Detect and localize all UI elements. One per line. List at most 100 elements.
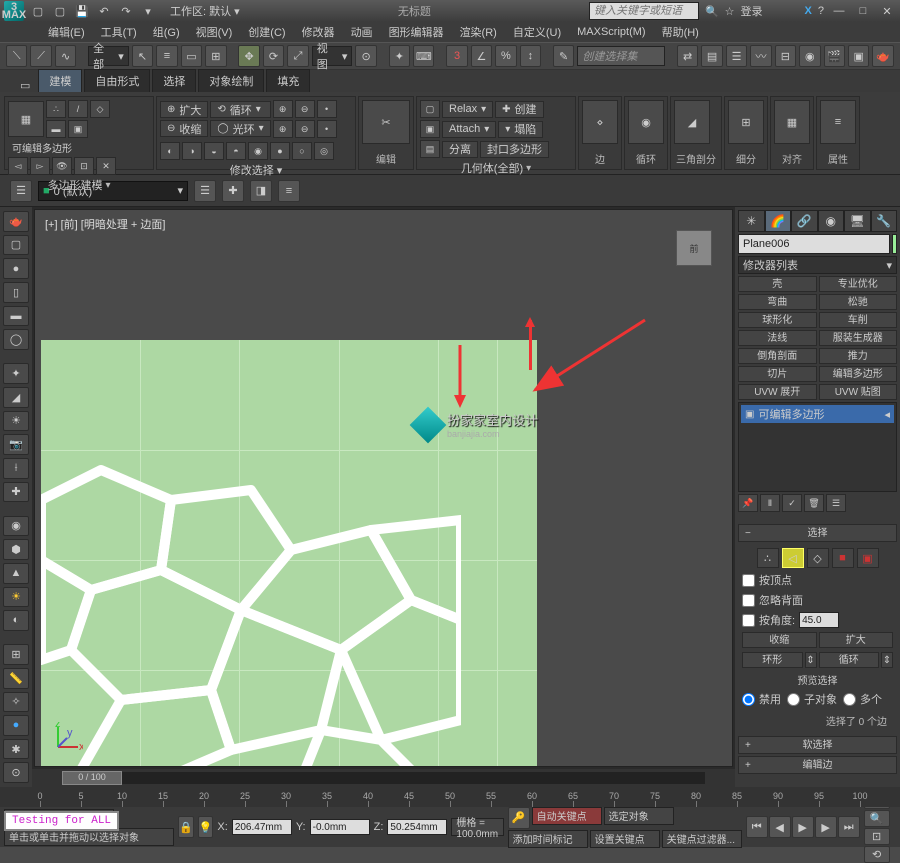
lt-light-spot-icon[interactable]: ◢ — [3, 387, 29, 408]
menu-animation[interactable]: 动画 — [343, 22, 381, 42]
lt-compass-icon[interactable]: ✧ — [3, 692, 29, 713]
maximize-button[interactable]: □ — [854, 3, 872, 19]
move-icon[interactable]: ✥ — [238, 45, 259, 67]
time-slider[interactable]: 0 / 100 — [62, 772, 705, 784]
mod-bend[interactable]: 弯曲 — [738, 294, 817, 310]
shrink-sel-button[interactable]: 收缩 — [742, 632, 817, 648]
menu-grapheditors[interactable]: 图形编辑器 — [381, 22, 452, 42]
attach-button[interactable]: Attach ▾ — [442, 121, 496, 138]
element-subobj-icon[interactable]: ▣ — [68, 120, 88, 138]
app-logo[interactable]: 3 MAX — [4, 1, 24, 21]
modsel-e-icon[interactable]: ◉ — [248, 142, 268, 160]
modsel-c-icon[interactable]: ◒ — [204, 142, 224, 160]
cp-tab-hierarchy-icon[interactable]: 🔗 — [791, 210, 818, 232]
lt-torus-icon[interactable]: ◯ — [3, 329, 29, 350]
mirror-icon[interactable]: ⇄ — [677, 45, 698, 67]
modifier-list-dropdown[interactable]: 修改器列表▾ — [738, 256, 897, 274]
keymode-icon[interactable]: ⌨ — [413, 45, 434, 67]
y-coord-input[interactable] — [310, 819, 370, 835]
cage-toggle-icon[interactable]: ⊡ — [74, 157, 94, 175]
viewcube[interactable]: 前 — [676, 230, 712, 266]
cp-tab-create-icon[interactable]: ✳ — [738, 210, 765, 232]
loop-sel-button[interactable]: 循环 — [819, 652, 880, 668]
edge-subobj-icon[interactable]: / — [68, 100, 88, 118]
loop-button[interactable]: ⟲ 循环 ▾ — [210, 101, 270, 118]
ring-sel-button[interactable]: 环形 — [742, 652, 803, 668]
minimize-button[interactable]: — — [830, 3, 848, 19]
rollout-editedge-header[interactable]: 编辑边 — [738, 756, 897, 774]
material-editor-icon[interactable]: ◉ — [799, 45, 820, 67]
tab-selection[interactable]: 选择 — [152, 69, 196, 92]
viewport-front[interactable]: [+] [前] [明暗处理 + 边面] 前 — [34, 209, 733, 767]
loop-spinner-icon[interactable]: ⇕ — [881, 652, 893, 668]
cp-tab-motion-icon[interactable]: ◉ — [818, 210, 845, 232]
rotate-icon[interactable]: ⟳ — [263, 45, 284, 67]
select-name-icon[interactable]: ≡ — [156, 45, 177, 67]
lt-cyl-icon[interactable]: ▯ — [3, 282, 29, 303]
lt-light-dir-icon[interactable]: ☀ — [3, 411, 29, 432]
stack-pin-icon[interactable]: 📌 — [738, 494, 758, 512]
vertex-subobj-icon[interactable]: ∴ — [46, 100, 66, 118]
menu-tools[interactable]: 工具(T) — [93, 22, 145, 42]
named-sel-edit-icon[interactable]: ✎ — [553, 45, 574, 67]
poly-subobj-icon[interactable]: ▬ — [46, 120, 66, 138]
preview-off-radio[interactable] — [742, 693, 755, 706]
setkey-button[interactable]: 设置关键点 — [590, 830, 660, 848]
lt-helper-icon[interactable]: ✚ — [3, 482, 29, 503]
modsel-f-icon[interactable]: ● — [270, 142, 290, 160]
scale-icon[interactable]: ⤢ — [287, 45, 308, 67]
qat-save-icon[interactable]: 💾 — [74, 3, 90, 19]
bind-spacewarp-icon[interactable]: ∿ — [55, 45, 76, 67]
stack-config-icon[interactable]: ☰ — [826, 494, 846, 512]
qat-undo-icon[interactable]: ↶ — [96, 3, 112, 19]
login-button[interactable]: 登录 — [741, 3, 763, 19]
menu-create[interactable]: 创建(C) — [240, 22, 293, 42]
layers-icon[interactable]: ☰ — [726, 45, 747, 67]
autokey-button[interactable]: 自动关键点 — [532, 807, 602, 825]
modsel-g-icon[interactable]: ○ — [292, 142, 312, 160]
spinner-snap-icon[interactable]: ↕ — [520, 45, 541, 67]
named-selection-dropdown[interactable]: 创建选择集 — [577, 46, 665, 66]
lt-box-icon[interactable]: ▢ — [3, 235, 29, 256]
rollout-selection-header[interactable]: 选择 — [738, 524, 897, 542]
add-time-tag[interactable]: 添加时间标记 — [508, 830, 588, 848]
manipulate-icon[interactable]: ✦ — [389, 45, 410, 67]
by-vertex-checkbox[interactable] — [742, 574, 755, 587]
border-subobj-icon[interactable]: ◇ — [90, 100, 110, 118]
time-slider-handle[interactable]: 0 / 100 — [62, 771, 122, 785]
angle-spinner[interactable] — [799, 612, 839, 628]
qat-open-icon[interactable]: ▢ — [52, 3, 68, 19]
editable-poly-big-icon[interactable]: ▦ — [8, 101, 44, 137]
render-icon[interactable]: 🫖 — [872, 45, 893, 67]
selection-filter-dropdown[interactable]: 全部 ▾ — [88, 46, 129, 66]
select-link-icon[interactable]: ⟍ — [6, 45, 27, 67]
mod-spherify[interactable]: 球形化 — [738, 312, 817, 328]
prev-mod-icon[interactable]: ◅ — [8, 157, 28, 175]
ring-grow-icon[interactable]: ⊕ — [273, 120, 293, 138]
loop-dot-icon[interactable]: • — [317, 100, 337, 118]
shrink-button[interactable]: ⊖ 收缩 — [160, 120, 208, 137]
by-angle-checkbox[interactable] — [742, 614, 755, 627]
so-polygon-icon[interactable]: ■ — [832, 548, 854, 568]
props-big-icon[interactable]: ≡ — [820, 100, 856, 144]
so-edge-icon[interactable]: ◁ — [782, 548, 804, 568]
align-icon[interactable]: ▤ — [701, 45, 722, 67]
time-tag-icon[interactable]: 🔑 — [508, 807, 530, 829]
menu-group[interactable]: 组(G) — [145, 22, 188, 42]
loop-grow-icon[interactable]: ⊕ — [273, 100, 293, 118]
tab-freeform[interactable]: 自由形式 — [84, 69, 150, 92]
menu-modifiers[interactable]: 修改器 — [294, 22, 343, 42]
select-object-icon[interactable]: ↖ — [132, 45, 153, 67]
geo-c-icon[interactable]: ▤ — [420, 140, 440, 158]
lt-sphere2-icon[interactable]: ◉ — [3, 516, 29, 537]
signin-star-icon[interactable]: ☆ — [725, 5, 735, 18]
qat-link-icon[interactable]: ▾ — [140, 3, 156, 19]
mod-garment[interactable]: 服装生成器 — [819, 330, 898, 346]
tab-objectpaint[interactable]: 对象绘制 — [198, 69, 264, 92]
mod-prooptimize[interactable]: 专业优化 — [819, 276, 898, 292]
exchange-x-icon[interactable]: X — [805, 5, 812, 17]
cp-tab-modify-icon[interactable]: 🌈 — [765, 210, 792, 232]
lt-sun-icon[interactable]: ☀ — [3, 587, 29, 608]
align-big-icon[interactable]: ▦ — [774, 100, 810, 144]
object-name-field[interactable] — [738, 234, 890, 254]
